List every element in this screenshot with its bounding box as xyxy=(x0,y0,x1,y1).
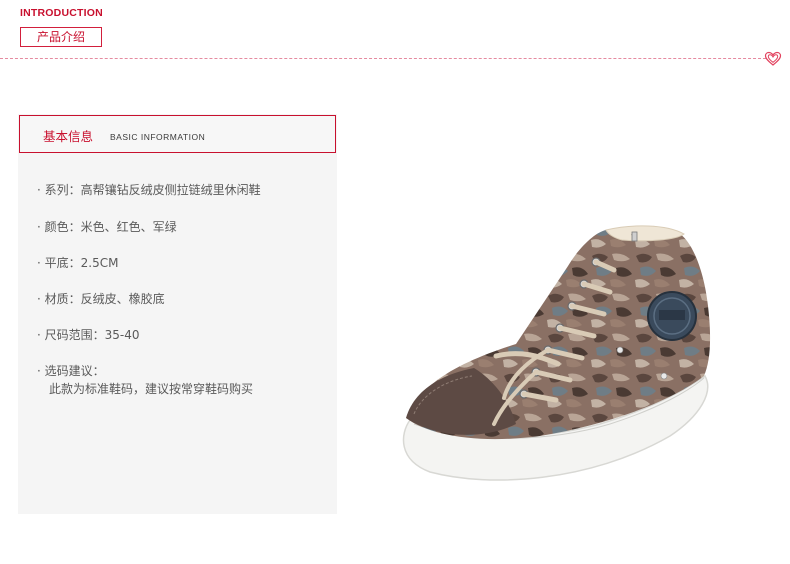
dashed-divider xyxy=(0,58,766,59)
basic-info-title-cn: 基本信息 xyxy=(43,129,94,144)
spec-item-heel: · 平底：2.5CM xyxy=(37,256,119,270)
basic-info-title-en: BASIC INFORMATION xyxy=(110,132,206,142)
intro-title-en: INTRODUCTION xyxy=(20,7,103,19)
spec-item-color: · 颜色：米色、红色、军绿 xyxy=(37,220,177,234)
heart-icon xyxy=(764,51,782,66)
spec-item-size-advice: · 选码建议： xyxy=(37,364,105,378)
size-advice-text: 此款为标准鞋码，建议按常穿鞋码购买 xyxy=(49,382,254,396)
high-top-sneaker-image xyxy=(402,225,711,481)
intro-title-box: 产品介绍 xyxy=(20,27,102,47)
spec-item-material: · 材质：反绒皮、橡胶底 xyxy=(37,292,165,306)
spec-item-series: · 系列：高帮镶钻反绒皮侧拉链绒里休闲鞋 xyxy=(37,183,261,197)
info-panel xyxy=(18,114,337,514)
basic-info-header: 基本信息 BASIC INFORMATION xyxy=(19,115,336,153)
spec-item-size-range: · 尺码范围：35-40 xyxy=(37,328,140,342)
